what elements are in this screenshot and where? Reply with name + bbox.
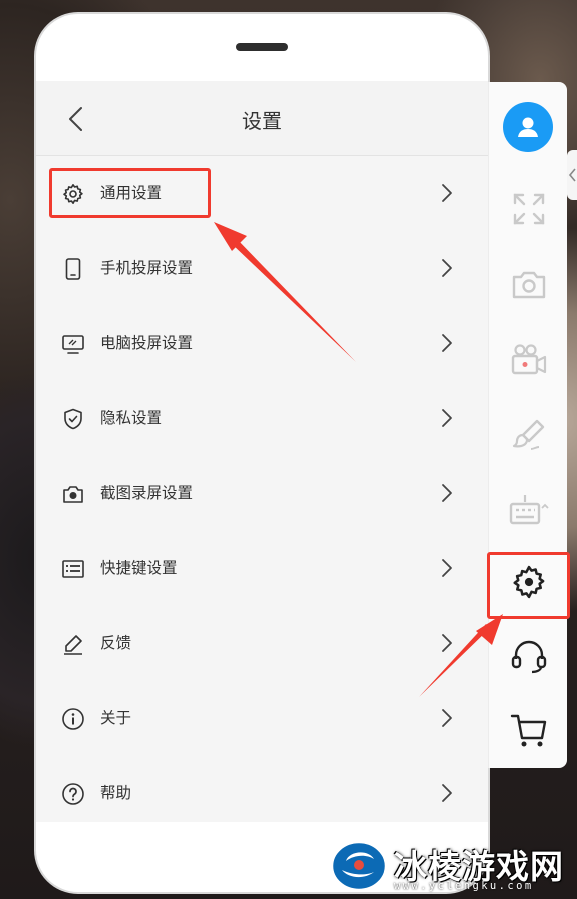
pen-icon xyxy=(61,632,85,656)
fullscreen-button[interactable] xyxy=(506,186,552,232)
keyboard-shortcut-icon xyxy=(61,557,85,581)
chevron-right-icon xyxy=(442,334,452,352)
settings-menu: 通用设置 手机投屏设置 电脑投屏设置 隐私设置 截图录屏设置 快捷键设置 反馈 … xyxy=(36,156,488,831)
menu-item-label: 截图录屏设置 xyxy=(100,484,194,502)
shield-check-icon xyxy=(61,407,85,431)
camera-icon xyxy=(512,271,546,299)
video-camera-icon xyxy=(511,344,547,375)
keyboard-icon xyxy=(509,495,549,525)
cart-button[interactable] xyxy=(506,708,552,754)
menu-item-general[interactable]: 通用设置 xyxy=(36,156,488,231)
support-button[interactable] xyxy=(506,634,552,680)
camera-icon xyxy=(61,482,85,506)
settings-button[interactable] xyxy=(506,559,552,605)
settings-header: 设置 xyxy=(36,81,488,156)
menu-item-label: 反馈 xyxy=(100,634,132,652)
keyboard-button[interactable] xyxy=(506,487,552,533)
chevron-right-icon xyxy=(442,184,452,202)
paint-button[interactable] xyxy=(506,412,552,458)
chevron-right-icon xyxy=(442,559,452,577)
gear-icon xyxy=(61,182,85,206)
menu-item-shortcuts[interactable]: 快捷键设置 xyxy=(36,531,488,606)
menu-item-help[interactable]: 帮助 xyxy=(36,756,488,831)
collapse-tab[interactable] xyxy=(567,150,577,200)
avatar[interactable] xyxy=(503,102,553,152)
menu-item-phone-cast[interactable]: 手机投屏设置 xyxy=(36,231,488,306)
page-title: 设置 xyxy=(242,109,282,133)
monitor-icon xyxy=(61,332,85,356)
menu-item-feedback[interactable]: 反馈 xyxy=(36,606,488,681)
menu-item-label: 快捷键设置 xyxy=(100,559,178,577)
chevron-right-icon xyxy=(442,709,452,727)
phone-icon xyxy=(61,257,85,281)
screenshot-button[interactable] xyxy=(506,262,552,308)
expand-icon xyxy=(513,193,545,225)
phone-notch xyxy=(236,43,288,51)
chevron-right-icon xyxy=(442,409,452,427)
menu-item-label: 帮助 xyxy=(100,784,132,802)
record-button[interactable] xyxy=(506,337,552,383)
chevron-left-icon xyxy=(568,168,576,182)
side-toolbar xyxy=(488,82,567,768)
user-icon xyxy=(518,117,538,137)
phone-frame: 设置 通用设置 手机投屏设置 电脑投屏设置 隐私设置 截图录屏设置 快捷键设置 … xyxy=(36,14,488,892)
menu-item-label: 隐私设置 xyxy=(100,409,163,427)
menu-item-label: 通用设置 xyxy=(100,184,163,202)
cart-icon xyxy=(510,714,547,747)
brush-icon xyxy=(512,419,545,450)
menu-item-label: 电脑投屏设置 xyxy=(100,334,194,352)
chevron-right-icon xyxy=(442,784,452,802)
chevron-right-icon xyxy=(442,634,452,652)
settings-panel: 设置 通用设置 手机投屏设置 电脑投屏设置 隐私设置 截图录屏设置 快捷键设置 … xyxy=(36,81,488,822)
info-icon xyxy=(61,707,85,731)
chevron-right-icon xyxy=(442,484,452,502)
menu-item-about[interactable]: 关于 xyxy=(36,681,488,756)
chevron-right-icon xyxy=(442,259,452,277)
menu-item-pc-cast[interactable]: 电脑投屏设置 xyxy=(36,306,488,381)
menu-item-label: 手机投屏设置 xyxy=(100,259,194,277)
headset-icon xyxy=(511,640,547,674)
gear-icon xyxy=(513,565,545,599)
menu-item-privacy[interactable]: 隐私设置 xyxy=(36,381,488,456)
watermark: 冰棱游戏网 www.yclengku.com xyxy=(330,836,577,896)
menu-item-capture[interactable]: 截图录屏设置 xyxy=(36,456,488,531)
menu-item-label: 关于 xyxy=(100,709,132,727)
help-icon xyxy=(61,782,85,806)
site-logo xyxy=(330,840,388,892)
watermark-url: www.yclengku.com xyxy=(394,880,534,892)
